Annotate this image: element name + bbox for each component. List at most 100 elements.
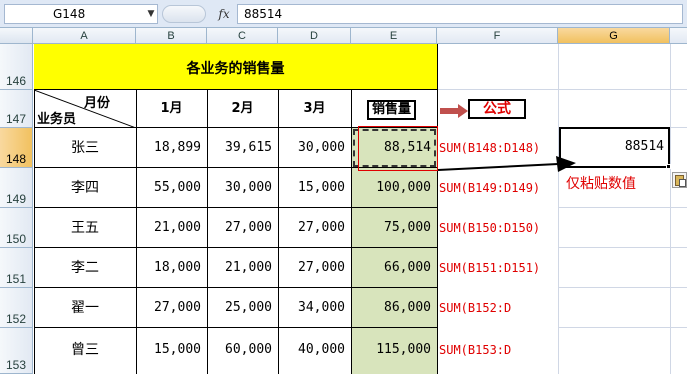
row-number: 152 [5,312,27,326]
gridline [558,247,687,248]
cell-m3[interactable]: 34,000 [278,288,351,328]
sales-header: 销售量 [367,100,417,120]
cell-name[interactable]: 曾三 [34,328,136,374]
name-box[interactable]: G148 [4,4,158,24]
column-header-a[interactable]: A [33,28,136,44]
paste-values-callout: 仅粘贴数值 [566,176,636,192]
pasted-value: 88514 [624,139,664,154]
cell-m1[interactable]: 21,000 [136,208,207,248]
column-header-h[interactable] [670,28,687,44]
sales-header-cell[interactable]: 销售量 [351,90,437,128]
sheet-title: 各业务的销售量 [186,61,285,77]
cell-formula[interactable]: SUM(B150:D150) [437,208,558,248]
row-header-148[interactable]: 148 [0,128,33,168]
arrow-right-icon [438,156,576,172]
cell-m2[interactable]: 60,000 [207,328,278,374]
cell-m3[interactable]: 40,000 [278,328,351,374]
cell-m1[interactable]: 15,000 [136,328,207,374]
formula-callout: 公式 [468,99,526,119]
cell-m3[interactable]: 30,000 [278,128,351,168]
cell-total[interactable]: 100,000 [351,168,437,208]
diagonal-bottom-label: 业务员 [37,112,77,127]
cell-name[interactable]: 李二 [34,248,136,288]
cell-m2[interactable]: 25,000 [207,288,278,328]
formula-bar: G148 ▼ fx 88514 [0,0,687,28]
row-number: 149 [5,192,27,206]
gridline [437,89,687,90]
row-number: 146 [5,74,27,88]
table-border [34,247,437,248]
table-border [207,90,208,374]
paper-glyph [679,179,686,187]
column-header-b[interactable]: B [136,28,207,44]
select-all-corner[interactable] [0,28,33,44]
row-header-147[interactable]: 147 [0,90,33,128]
cell-formula[interactable]: SUM(B152:D [437,288,558,328]
formula-bar-resize-handle[interactable] [162,5,206,23]
insert-function-icon[interactable]: fx [214,4,234,24]
cell-m2[interactable]: 21,000 [207,248,278,288]
paste-options-icon[interactable] [672,172,687,188]
column-header-g[interactable]: G [558,28,670,44]
table-border [34,90,35,374]
cell-name[interactable]: 王五 [34,208,136,248]
row-header-149[interactable]: 149 [0,168,33,208]
table-border [34,327,437,328]
cell-total[interactable]: 115,000 [351,328,437,374]
row-number: 150 [5,232,27,246]
row-header-151[interactable]: 151 [0,248,33,288]
month-header-2[interactable]: 2月 [207,90,278,128]
row-number: 151 [5,272,27,286]
table-border [34,287,437,288]
row-number: 147 [5,112,27,126]
gridline [558,287,687,288]
copied-cell-highlight [358,126,438,171]
column-header-d[interactable]: D [278,28,351,44]
cell-formula[interactable]: SUM(B151:D151) [437,248,558,288]
table-border [278,90,279,374]
title-cell[interactable]: 各业务的销售量 [34,44,437,90]
gridline [558,207,687,208]
cell-m3[interactable]: 27,000 [278,248,351,288]
arrow-right-icon [440,104,468,118]
cell-m3[interactable]: 15,000 [278,168,351,208]
column-header-c[interactable]: C [207,28,278,44]
row-number: 153 [5,358,27,372]
cell-name[interactable]: 李四 [34,168,136,208]
row-header-146[interactable]: 146 [0,44,33,90]
cell-m1[interactable]: 18,899 [136,128,207,168]
table-border [351,90,352,374]
cell-total[interactable]: 66,000 [351,248,437,288]
cell-total[interactable]: 86,000 [351,288,437,328]
cell-total[interactable]: 75,000 [351,208,437,248]
gridline [670,44,671,374]
column-header-f[interactable]: F [437,28,558,44]
cell-name[interactable]: 翟一 [34,288,136,328]
row-header-152[interactable]: 152 [0,288,33,328]
table-border [34,207,437,208]
gridline [558,327,687,328]
table-border [437,44,438,374]
row-header-153[interactable]: 153 [0,328,33,374]
month-header-1[interactable]: 1月 [136,90,207,128]
cell-m3[interactable]: 27,000 [278,208,351,248]
gridline [558,44,559,374]
row-number: 148 [5,152,27,166]
cell-formula[interactable]: SUM(B153:D [437,328,558,374]
name-box-dropdown-icon[interactable]: ▼ [144,4,158,24]
cell-m2[interactable]: 30,000 [207,168,278,208]
month-header-3[interactable]: 3月 [278,90,351,128]
column-header-e[interactable]: E [351,28,437,44]
cell-m2[interactable]: 27,000 [207,208,278,248]
row-header-150[interactable]: 150 [0,208,33,248]
table-border [136,90,137,374]
cell-m1[interactable]: 55,000 [136,168,207,208]
cell-name[interactable]: 张三 [34,128,136,168]
cell-m1[interactable]: 27,000 [136,288,207,328]
diagonal-header-cell[interactable]: 月份 业务员 [34,90,136,128]
formula-input[interactable]: 88514 [237,4,683,24]
diagonal-top-label: 月份 [84,96,111,111]
fill-handle[interactable] [666,164,671,169]
cell-m1[interactable]: 18,000 [136,248,207,288]
cell-m2[interactable]: 39,615 [207,128,278,168]
